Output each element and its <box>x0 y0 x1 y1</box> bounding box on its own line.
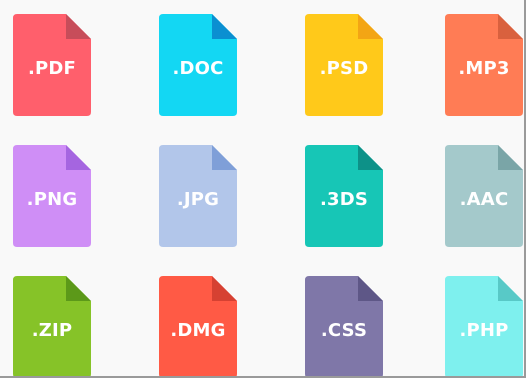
folded-corner <box>498 276 523 301</box>
psd-file-icon: .PSD <box>305 14 383 116</box>
png-file-icon: .PNG <box>13 145 91 247</box>
file-extension-label: .JPG <box>176 189 220 210</box>
jpg-file-icon: .JPG <box>159 145 237 247</box>
css-file-icon: .CSS <box>305 276 383 378</box>
file-extension-label: .PSD <box>319 58 369 79</box>
file-extension-label: .DOC <box>172 58 224 79</box>
folded-corner <box>212 276 237 301</box>
file-extension-label: .PHP <box>459 320 509 341</box>
folded-corner <box>66 276 91 301</box>
php-file-icon: .PHP <box>445 276 523 378</box>
folded-corner <box>358 276 383 301</box>
file-extension-label: .PNG <box>26 189 78 210</box>
folded-corner <box>66 14 91 39</box>
folded-corner <box>498 145 523 170</box>
file-type-grid: .PDF .DOC .PSD .MP3 .PNG .JPG .3DS .AAC … <box>0 0 526 378</box>
folded-corner <box>212 145 237 170</box>
file-extension-label: .3DS <box>319 189 369 210</box>
file-extension-label: .DMG <box>170 320 226 341</box>
file-extension-label: .PDF <box>27 58 77 79</box>
3ds-file-icon: .3DS <box>305 145 383 247</box>
doc-file-icon: .DOC <box>159 14 237 116</box>
dmg-file-icon: .DMG <box>159 276 237 378</box>
mp3-file-icon: .MP3 <box>445 14 523 116</box>
aac-file-icon: .AAC <box>445 145 523 247</box>
zip-file-icon: .ZIP <box>13 276 91 378</box>
file-extension-label: .CSS <box>320 320 368 341</box>
folded-corner <box>358 145 383 170</box>
file-extension-label: .AAC <box>459 189 509 210</box>
file-extension-label: .MP3 <box>458 58 510 79</box>
file-extension-label: .ZIP <box>31 320 73 341</box>
folded-corner <box>66 145 91 170</box>
pdf-file-icon: .PDF <box>13 14 91 116</box>
folded-corner <box>212 14 237 39</box>
folded-corner <box>498 14 523 39</box>
folded-corner <box>358 14 383 39</box>
